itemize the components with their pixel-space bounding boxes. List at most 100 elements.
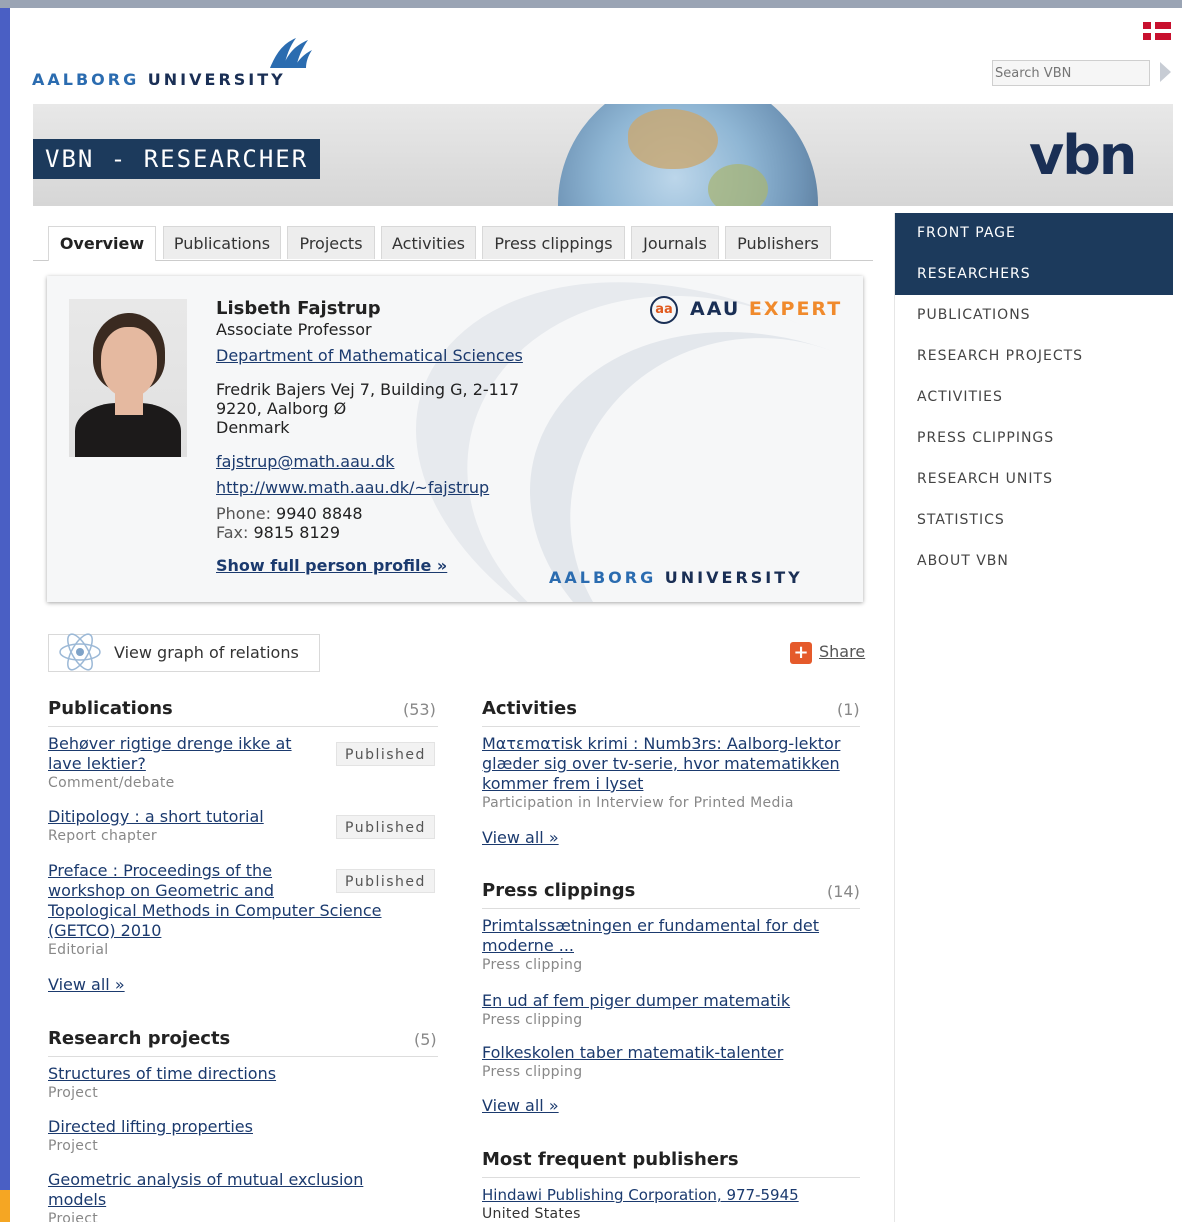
tab-bar: Overview Publications Projects Activitie… xyxy=(33,226,873,261)
tab-publications[interactable]: Publications xyxy=(163,226,281,259)
section-divider xyxy=(482,908,860,909)
list-item: Behøver rigtige drenge ikke at lave lekti… xyxy=(48,734,328,791)
project-type: Project xyxy=(48,1211,98,1222)
sidebar-item-researchers[interactable]: RESEARCHERS xyxy=(895,254,1173,295)
phone-label: Phone: xyxy=(216,504,271,523)
press-clipping-type: Press clipping xyxy=(482,1064,583,1080)
person-card: Lisbeth Fajstrup Associate Professor Dep… xyxy=(47,276,863,602)
tab-projects[interactable]: Projects xyxy=(287,226,375,259)
person-photo xyxy=(69,299,187,457)
section-divider xyxy=(482,1177,860,1178)
full-profile-link[interactable]: Show full person profile » xyxy=(216,556,447,575)
sidebar-item-about-vbn[interactable]: ABOUT VBN xyxy=(895,541,1173,582)
sidebar-item-research-projects[interactable]: RESEARCH PROJECTS xyxy=(895,336,1173,377)
list-item: Mατεmατisk krimi : Numb3rs: Aalborg-lekt… xyxy=(482,734,862,811)
aau-wave-logo-icon xyxy=(270,38,312,68)
publications-view-all-link[interactable]: View all » xyxy=(48,975,125,994)
logo-word-aalborg: AALBORG xyxy=(32,70,140,89)
research-projects-section: Research projects (5) Structures of time… xyxy=(48,1028,440,1222)
press-clippings-heading: Press clippings xyxy=(482,880,636,901)
project-title-link[interactable]: Directed lifting properties xyxy=(48,1117,428,1137)
press-clipping-title-link[interactable]: En ud af fem piger dumper matematik xyxy=(482,991,862,1011)
plus-icon: + xyxy=(790,642,812,664)
tab-activities[interactable]: Activities xyxy=(381,226,476,259)
share-label: Share xyxy=(819,642,866,661)
logo-wordmark: AALBORG UNIVERSITY xyxy=(32,70,286,89)
website-link[interactable]: http://www.math.aau.dk/~fajstrup xyxy=(216,478,489,497)
press-clipping-title-link[interactable]: Primtalssætningen er fundamental for det… xyxy=(482,916,862,956)
address-line: Fredrik Bajers Vej 7, Building G, 2-117 xyxy=(216,380,520,399)
publication-type: Comment/debate xyxy=(48,775,175,791)
phone-value: 9940 8848 xyxy=(276,504,363,523)
activities-view-all-link[interactable]: View all » xyxy=(482,828,559,847)
press-clippings-view-all-link[interactable]: View all » xyxy=(482,1096,559,1115)
person-name: Lisbeth Fajstrup xyxy=(216,298,381,319)
research-projects-count: (5) xyxy=(414,1030,437,1049)
sidebar-item-activities[interactable]: ACTIVITIES xyxy=(895,377,1173,418)
contact-numbers: Phone: 9940 8848 Fax: 9815 8129 xyxy=(216,504,363,542)
person-title: Associate Professor xyxy=(216,320,372,339)
publishers-section: Most frequent publishers Hindawi Publish… xyxy=(482,1149,862,1222)
activities-section: Activities (1) Mατεmατisk krimi : Numb3r… xyxy=(482,698,862,868)
publications-section: Publications (53) Behøver rigtige drenge… xyxy=(48,698,440,998)
tab-journals[interactable]: Journals xyxy=(631,226,719,259)
sidebar-item-front-page[interactable]: FRONT PAGE xyxy=(895,213,1173,254)
window-left-border xyxy=(0,8,10,1222)
publisher-link[interactable]: Hindawi Publishing Corporation, 977-5945 xyxy=(482,1185,862,1205)
sidebar-item-press-clippings[interactable]: PRESS CLIPPINGS xyxy=(895,418,1173,459)
press-clipping-type: Press clipping xyxy=(482,957,583,973)
logo-word-university: UNIVERSITY xyxy=(664,568,803,587)
status-badge: Published xyxy=(336,742,435,766)
department-link[interactable]: Department of Mathematical Sciences xyxy=(216,346,523,365)
project-title-link[interactable]: Geometric analysis of mutual exclusion mo… xyxy=(48,1170,428,1210)
project-type: Project xyxy=(48,1085,98,1101)
vbn-brand-logo[interactable]: vbn xyxy=(1029,124,1137,187)
publications-heading: Publications xyxy=(48,698,173,719)
activity-title-link[interactable]: Mατεmατisk krimi : Numb3rs: Aalborg-lekt… xyxy=(482,734,862,794)
press-clippings-count: (14) xyxy=(827,882,860,901)
publishers-heading: Most frequent publishers xyxy=(482,1149,739,1170)
fax-value: 9815 8129 xyxy=(253,523,341,542)
publication-title-link[interactable]: Behøver rigtige drenge ikke at lave lekti… xyxy=(48,734,328,774)
press-clipping-title-link[interactable]: Folkeskolen taber matematik-talenter xyxy=(482,1043,862,1063)
press-clipping-type: Press clipping xyxy=(482,1012,583,1028)
search-input[interactable] xyxy=(992,60,1150,86)
publisher-country: United States xyxy=(482,1206,581,1222)
activity-type: Participation in Interview for Printed M… xyxy=(482,795,794,811)
activities-heading: Activities xyxy=(482,698,577,719)
sidebar-item-research-units[interactable]: RESEARCH UNITS xyxy=(895,459,1173,500)
search-go-arrow-icon[interactable] xyxy=(1160,62,1171,82)
tab-publishers[interactable]: Publishers xyxy=(725,226,831,259)
list-item: Folkeskolen taber matematik-talenter Pre… xyxy=(482,1043,862,1080)
banner-title: VBN - RESEARCHER xyxy=(33,139,321,179)
publication-title-link[interactable]: Ditipology : a short tutorial xyxy=(48,807,328,827)
status-badge: Published xyxy=(336,869,435,893)
tab-overview[interactable]: Overview xyxy=(48,226,156,261)
sidebar-item-publications[interactable]: PUBLICATIONS xyxy=(895,295,1173,336)
address-line: Denmark xyxy=(216,418,290,437)
fax-label: Fax: xyxy=(216,523,249,542)
person-address: Fredrik Bajers Vej 7, Building G, 2-117 … xyxy=(216,380,519,437)
section-divider xyxy=(482,726,860,727)
publication-type: Editorial xyxy=(48,942,109,958)
list-item: Primtalssætningen er fundamental for det… xyxy=(482,916,862,973)
aau-logo[interactable]: AALBORG UNIVERSITY xyxy=(32,30,332,95)
header-banner: VBN - RESEARCHER vbn xyxy=(33,104,1173,206)
email-link[interactable]: fajstrup@math.aau.dk xyxy=(216,452,395,471)
project-title-link[interactable]: Structures of time directions xyxy=(48,1064,428,1084)
publications-count: (53) xyxy=(403,700,436,719)
globe-image xyxy=(558,104,818,206)
sidebar-item-statistics[interactable]: STATISTICS xyxy=(895,500,1173,541)
view-graph-button[interactable]: View graph of relations xyxy=(48,633,320,672)
window-top-border xyxy=(0,0,1182,8)
page: AALBORG UNIVERSITY VBN - RESEARCHER vbn … xyxy=(10,8,1182,1222)
atom-relations-icon xyxy=(59,633,101,671)
tab-press-clippings[interactable]: Press clippings xyxy=(482,226,625,259)
research-projects-heading: Research projects xyxy=(48,1028,231,1049)
view-graph-label: View graph of relations xyxy=(114,643,299,662)
danish-flag-icon[interactable] xyxy=(1143,22,1171,40)
expert-word-expert: EXPERT xyxy=(748,298,843,320)
list-item: Directed lifting properties Project xyxy=(48,1117,428,1154)
logo-word-university: UNIVERSITY xyxy=(147,70,286,89)
aau-expert-icon: aa xyxy=(650,296,678,324)
